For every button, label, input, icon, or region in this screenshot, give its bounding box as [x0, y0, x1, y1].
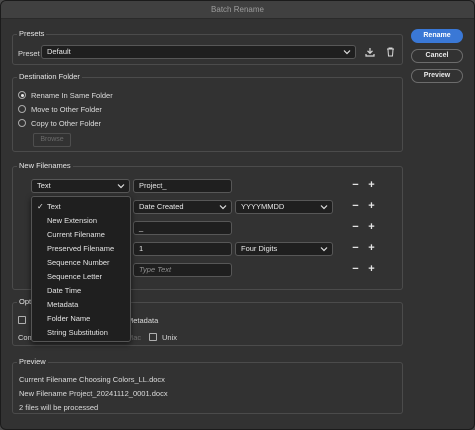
new-filenames-group-title: New Filenames [17, 161, 73, 170]
chevron-down-icon [219, 205, 227, 210]
sequence-start-input[interactable]: 1 [133, 242, 232, 256]
menu-item-current-filename[interactable]: Current Filename [32, 228, 130, 242]
radio-move-other-folder[interactable] [18, 105, 26, 113]
menu-item-sequence-number[interactable]: Sequence Number [32, 256, 130, 270]
add-row-button[interactable]: + [367, 201, 376, 212]
date-format-select[interactable]: YYYYMMDD [235, 200, 333, 214]
filename-type-value: Text [37, 181, 51, 190]
menu-item-new-extension[interactable]: New Extension [32, 214, 130, 228]
date-source-value: Date Created [139, 202, 184, 211]
filename-text-input-1[interactable]: Project_ [133, 179, 232, 193]
menu-item-folder-name[interactable]: Folder Name [32, 312, 130, 326]
browse-button[interactable]: Browse [33, 133, 71, 147]
add-row-button[interactable]: + [367, 243, 376, 254]
remove-row-button[interactable]: − [351, 180, 360, 191]
radio-label-move: Move to Other Folder [31, 105, 102, 114]
metadata-option-label: Metadata [127, 316, 159, 325]
title-bar: Batch Rename [1, 1, 474, 19]
add-row-button[interactable]: + [367, 180, 376, 191]
radio-label-copy: Copy to Other Folder [31, 119, 102, 128]
date-format-value: YYYYMMDD [241, 202, 285, 211]
files-processed-text: 2 files will be processed [19, 403, 99, 412]
sequence-digits-select[interactable]: Four Digits [235, 242, 333, 256]
menu-item-metadata[interactable]: Metadata [32, 298, 130, 312]
remove-row-button[interactable]: − [351, 222, 360, 233]
save-preset-icon[interactable] [365, 47, 375, 57]
radio-copy-other-folder[interactable] [18, 119, 26, 127]
preset-select[interactable]: Default [41, 45, 356, 59]
preset-label: Preset [18, 49, 40, 58]
presets-group-title: Presets [17, 29, 47, 38]
remove-row-button[interactable]: − [351, 264, 360, 275]
menu-item-text[interactable]: ✓ Text [32, 200, 130, 214]
preset-select-value: Default [47, 47, 71, 56]
checkmark-icon: ✓ [37, 202, 44, 211]
filename-text-input-5[interactable]: Type Text [133, 263, 232, 277]
radio-rename-same-folder[interactable] [18, 91, 26, 99]
unix-option-label: Unix [162, 333, 178, 342]
window-title: Batch Rename [211, 5, 264, 14]
batch-rename-dialog: Batch Rename Presets Preset Default Rena… [0, 0, 475, 430]
new-filename-text: New Filename Project_20241112_0001.docx [19, 389, 168, 398]
menu-item-preserved-filename[interactable]: Preserved Filename [32, 242, 130, 256]
preview-button[interactable]: Preview [411, 69, 463, 83]
date-source-select[interactable]: Date Created [133, 200, 232, 214]
chevron-down-icon [343, 50, 351, 55]
current-filename-text: Current Filename Choosing Colors_LL.docx [19, 375, 165, 384]
remove-row-button[interactable]: − [351, 243, 360, 254]
cancel-button[interactable]: Cancel [411, 49, 463, 63]
preview-group-title: Preview [17, 357, 48, 366]
delete-preset-icon[interactable] [386, 47, 395, 57]
radio-label-rename-same: Rename In Same Folder [31, 91, 113, 100]
preserve-filename-checkbox[interactable] [18, 316, 26, 324]
filename-type-dropdown-menu: ✓ Text New Extension Current Filename Pre… [31, 196, 131, 342]
sequence-digits-value: Four Digits [241, 244, 278, 253]
chevron-down-icon [320, 247, 328, 252]
unix-checkbox[interactable] [149, 333, 157, 341]
menu-item-string-substitution[interactable]: String Substitution [32, 326, 130, 340]
add-row-button[interactable]: + [367, 264, 376, 275]
filename-type-select-1[interactable]: Text [31, 179, 130, 193]
add-row-button[interactable]: + [367, 222, 376, 233]
chevron-down-icon [117, 184, 125, 189]
chevron-down-icon [320, 205, 328, 210]
rename-button[interactable]: Rename [411, 29, 463, 43]
menu-item-date-time[interactable]: Date Time [32, 284, 130, 298]
filename-text-input-3[interactable]: _ [133, 221, 232, 235]
destination-group-title: Destination Folder [17, 72, 82, 81]
menu-item-sequence-letter[interactable]: Sequence Letter [32, 270, 130, 284]
remove-row-button[interactable]: − [351, 201, 360, 212]
